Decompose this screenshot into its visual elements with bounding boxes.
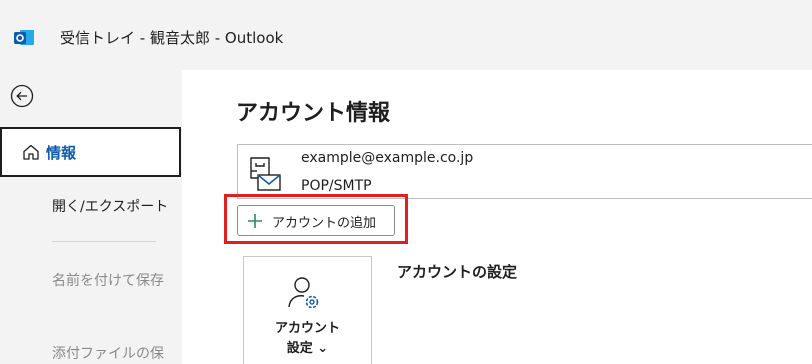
- account-settings-button[interactable]: アカウント 設定 ⌄: [243, 256, 372, 364]
- mail-account-icon: [250, 157, 281, 191]
- sidebar-item-open-export[interactable]: 開く/エクスポート: [52, 196, 168, 216]
- backstage-sidebar: 情報 開く/エクスポート 名前を付けて保存 添付ファイルの保: [0, 70, 182, 364]
- outlook-app-icon: [14, 30, 34, 45]
- add-account-label: アカウントの追加: [272, 216, 377, 231]
- sidebar-divider: [52, 241, 156, 242]
- back-arrow-icon[interactable]: [10, 84, 34, 108]
- title-bar: 受信トレイ - 観音太郎 - Outlook: [0, 0, 812, 70]
- home-icon: [23, 144, 39, 160]
- sidebar-item-label: 情報: [46, 144, 77, 162]
- settings-label-line1: アカウント: [274, 321, 340, 336]
- account-settings-heading: アカウントの設定: [397, 263, 518, 281]
- page-title: アカウント情報: [236, 101, 391, 126]
- sidebar-item-info[interactable]: 情報: [0, 127, 181, 177]
- account-email: example@example.co.jp: [301, 150, 474, 166]
- account-type: POP/SMTP: [301, 178, 372, 194]
- sidebar-item-save-as[interactable]: 名前を付けて保存: [52, 271, 164, 292]
- sidebar-item-save-attachments[interactable]: 添付ファイルの保: [52, 343, 164, 363]
- add-account-button[interactable]: アカウントの追加: [237, 205, 395, 236]
- account-selector[interactable]: example@example.co.jp POP/SMTP: [237, 144, 812, 199]
- plus-icon: [248, 214, 262, 228]
- account-settings-icon: [288, 277, 319, 309]
- settings-label-line2: 設定 ⌄: [286, 341, 329, 356]
- window-title: 受信トレイ - 観音太郎 - Outlook: [60, 29, 284, 47]
